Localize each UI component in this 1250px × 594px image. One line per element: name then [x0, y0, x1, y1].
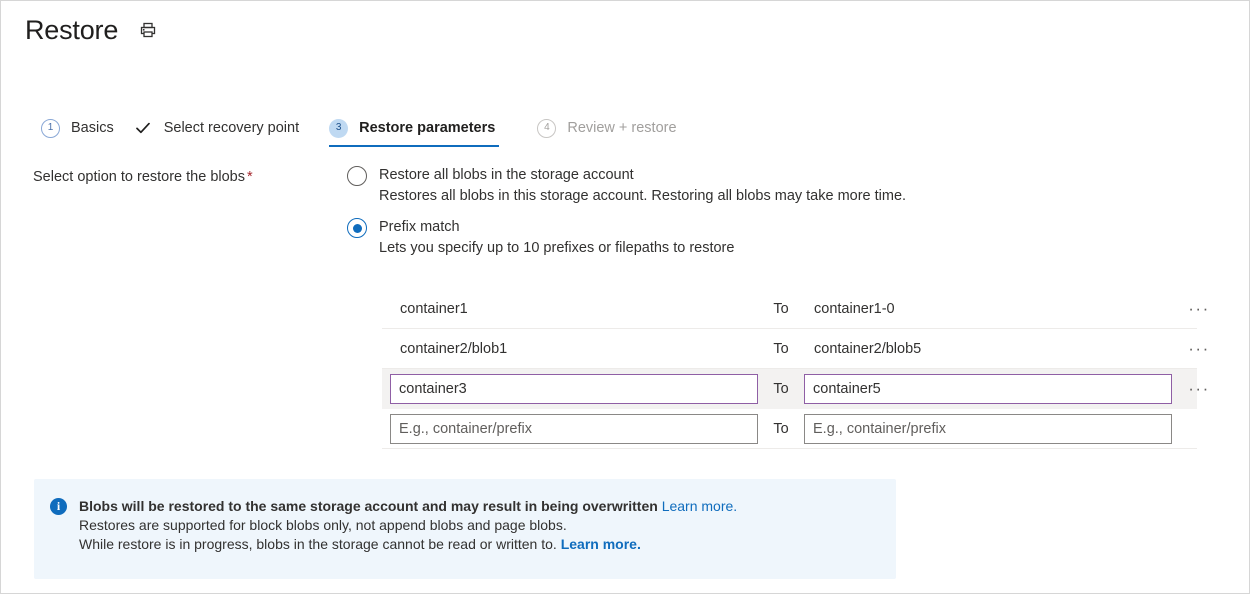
wizard-step-review-restore[interactable]: 4 Review + restore — [529, 113, 684, 143]
info-banner-line-1: Blobs will be restored to the same stora… — [79, 497, 737, 516]
info-banner-line-3: While restore is in progress, blobs in t… — [79, 535, 737, 554]
prefix-source-value: container2/blob1 — [390, 339, 758, 359]
to-label: To — [758, 301, 804, 317]
info-icon: i — [50, 498, 67, 515]
radio-option-title: Restore all blobs in the storage account — [379, 167, 634, 183]
restore-option-group: Restore all blobs in the storage account… — [347, 165, 907, 269]
field-label-text: Select option to restore the blobs — [33, 169, 245, 185]
info-line-3-text: While restore is in progress, blobs in t… — [79, 536, 557, 552]
wizard-step-restore-parameters[interactable]: 3 Restore parameters — [321, 113, 503, 143]
step-number-badge: 1 — [41, 119, 60, 138]
radio-button-prefix-match[interactable] — [347, 218, 367, 238]
prefix-source-cell: container1 — [390, 299, 758, 319]
to-label: To — [758, 341, 804, 357]
prefix-source-cell — [390, 374, 758, 404]
prefix-destination-cell — [804, 374, 1172, 404]
learn-more-link-2[interactable]: Learn more. — [561, 536, 641, 552]
to-label: To — [758, 421, 804, 437]
prefix-source-input[interactable] — [390, 374, 758, 404]
page-header: Restore — [25, 11, 160, 49]
required-marker: * — [247, 169, 253, 185]
row-more-actions-icon[interactable]: ··· — [1182, 384, 1216, 394]
info-banner-line-2: Restores are supported for block blobs o… — [79, 516, 737, 535]
table-row[interactable]: container2/blob1 To container2/blob5 ··· — [382, 329, 1197, 369]
prefix-source-cell: container2/blob1 — [390, 339, 758, 359]
wizard-step-label: Basics — [71, 120, 114, 136]
active-step-underline — [329, 145, 499, 147]
prefix-source-value: container1 — [390, 299, 758, 319]
page-title: Restore — [25, 11, 118, 49]
wizard-step-label: Review + restore — [567, 120, 676, 136]
radio-button-restore-all[interactable] — [347, 166, 367, 186]
wizard-step-select-recovery-point[interactable]: Select recovery point — [126, 113, 307, 143]
restore-wizard-page: Restore 1 Basics Select recovery point — [0, 0, 1250, 594]
radio-option-text: Restore all blobs in the storage account… — [379, 165, 906, 207]
prefix-destination-cell — [804, 414, 1172, 444]
wizard-step-basics[interactable]: 1 Basics — [33, 113, 122, 143]
row-more-actions-icon[interactable]: ··· — [1182, 304, 1216, 314]
wizard-step-label: Restore parameters — [359, 120, 495, 136]
prefix-match-table: container1 To container1-0 ··· container… — [382, 289, 1197, 449]
table-row[interactable]: To ··· — [382, 369, 1197, 409]
prefix-destination-value: container2/blob5 — [804, 339, 1172, 359]
checkmark-icon — [134, 119, 153, 138]
prefix-destination-input[interactable] — [804, 374, 1172, 404]
row-more-actions-icon[interactable]: ··· — [1182, 344, 1216, 354]
radio-option-title: Prefix match — [379, 219, 460, 235]
printer-icon[interactable] — [136, 18, 160, 42]
radio-option-description: Lets you specify up to 10 prefixes or fi… — [379, 240, 734, 256]
wizard-step-label: Select recovery point — [164, 120, 299, 136]
step-number-badge: 3 — [329, 119, 348, 138]
table-row[interactable]: To — [382, 409, 1197, 449]
prefix-destination-cell: container1-0 — [804, 299, 1172, 319]
restore-option-field-label: Select option to restore the blobs* — [33, 169, 253, 185]
wizard-steps: 1 Basics Select recovery point 3 Restore… — [33, 113, 685, 147]
info-banner: i Blobs will be restored to the same sto… — [34, 479, 896, 579]
prefix-destination-cell: container2/blob5 — [804, 339, 1172, 359]
radio-option-description: Restores all blobs in this storage accou… — [379, 188, 906, 204]
table-row[interactable]: container1 To container1-0 ··· — [382, 289, 1197, 329]
step-number-badge: 4 — [537, 119, 556, 138]
prefix-source-cell — [390, 414, 758, 444]
info-line-1-text: Blobs will be restored to the same stora… — [79, 498, 658, 514]
prefix-destination-input-empty[interactable] — [804, 414, 1172, 444]
radio-option-restore-all[interactable]: Restore all blobs in the storage account… — [347, 165, 907, 207]
learn-more-link-1[interactable]: Learn more. — [662, 498, 737, 514]
to-label: To — [758, 381, 804, 397]
radio-option-text: Prefix match Lets you specify up to 10 p… — [379, 217, 734, 259]
prefix-destination-value: container1-0 — [804, 299, 1172, 319]
prefix-source-input-empty[interactable] — [390, 414, 758, 444]
radio-option-prefix-match[interactable]: Prefix match Lets you specify up to 10 p… — [347, 217, 907, 259]
info-banner-body: Blobs will be restored to the same stora… — [79, 497, 737, 554]
